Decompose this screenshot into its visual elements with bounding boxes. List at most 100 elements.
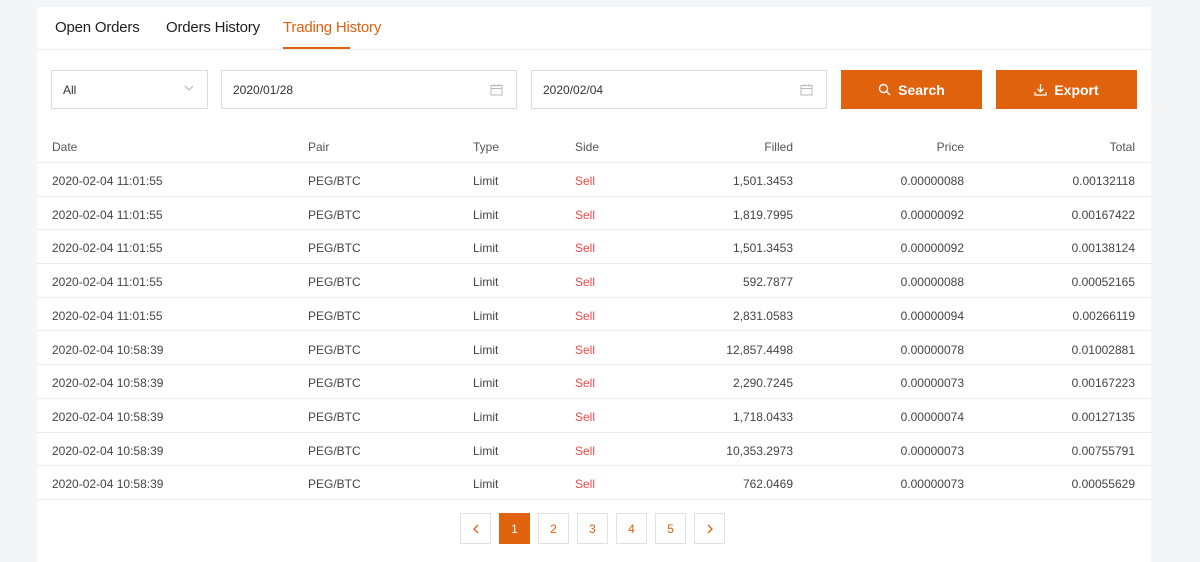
search-icon — [878, 83, 891, 96]
header-total: Total — [1109, 140, 1135, 154]
cell-pair: PEG/BTC — [308, 207, 361, 222]
cell-total: 0.00266119 — [1072, 308, 1135, 323]
cell-price: 0.00000088 — [900, 275, 964, 290]
cell-side: Sell — [575, 342, 596, 357]
cell-date: 2020-02-04 10:58:39 — [52, 409, 164, 424]
cell-type: Limit — [473, 174, 499, 188]
tab-bar: Open Orders Orders History Trading Histo… — [37, 7, 1151, 50]
cell-price: 0.00000073 — [900, 477, 964, 492]
cell-date: 2020-02-04 11:01:55 — [52, 308, 163, 323]
table-row: 2020-02-04 11:01:55 PEG/BTC Limit Sell 2,831… — [37, 298, 1151, 332]
cell-type: Limit — [473, 376, 499, 391]
chevron-left-icon — [472, 524, 478, 533]
page-button[interactable]: 3 — [577, 513, 608, 544]
search-button-label: Search — [898, 81, 945, 98]
cell-filled: 1,501.3453 — [732, 174, 793, 188]
next-page-button[interactable] — [694, 513, 725, 544]
cell-filled: 592.7877 — [742, 275, 793, 290]
cell-pair: PEG/BTC — [308, 443, 361, 458]
cell-filled: 2,290.7245 — [732, 376, 793, 391]
cell-price: 0.00000088 — [900, 174, 964, 188]
header-filled: Filled — [764, 140, 793, 154]
cell-price: 0.00000073 — [900, 443, 964, 458]
page-button[interactable]: 2 — [538, 513, 569, 544]
download-icon — [1034, 84, 1047, 96]
trading-history-panel: Open Orders Orders History Trading Histo… — [37, 7, 1151, 562]
header-type: Type — [473, 140, 500, 154]
cell-price: 0.00000094 — [900, 308, 964, 323]
chevron-right-icon — [707, 524, 713, 533]
cell-filled: 12,857.4498 — [726, 342, 793, 357]
cell-type: Limit — [473, 342, 499, 357]
cell-type: Limit — [473, 275, 499, 290]
table-row: 2020-02-04 11:01:55 PEG/BTC Limit Sell 592.7… — [37, 264, 1151, 298]
cell-type: Limit — [473, 241, 499, 256]
cell-side: Sell — [575, 174, 596, 188]
cell-price: 0.00000092 — [900, 207, 964, 222]
table-row: 2020-02-04 11:01:55 PEG/BTC Limit Sell 1,819… — [37, 197, 1151, 231]
cell-side: Sell — [575, 443, 596, 458]
cell-date: 2020-02-04 11:01:55 — [52, 174, 163, 188]
cell-filled: 1,819.7995 — [732, 207, 793, 222]
page-button[interactable]: 5 — [655, 513, 686, 544]
cell-total: 0.00138124 — [1071, 241, 1135, 256]
cell-pair: PEG/BTC — [308, 477, 361, 492]
cell-type: Limit — [473, 477, 499, 492]
side-filter-select[interactable]: All — [51, 70, 208, 109]
cell-type: Limit — [473, 443, 499, 458]
cell-total: 0.00055629 — [1071, 477, 1135, 492]
start-date-input[interactable]: 2020/01/28 — [221, 70, 517, 109]
cell-type: Limit — [473, 308, 499, 323]
page-button[interactable]: 4 — [616, 513, 647, 544]
cell-pair: PEG/BTC — [308, 275, 361, 290]
prev-page-button[interactable] — [460, 513, 491, 544]
cell-date: 2020-02-04 10:58:39 — [52, 342, 164, 357]
table-row: 2020-02-04 10:58:39 PEG/BTC Limit Sell 10,35… — [37, 433, 1151, 467]
cell-side: Sell — [575, 308, 596, 323]
page-button[interactable]: 1 — [499, 513, 530, 544]
cell-side: Sell — [575, 207, 596, 222]
cell-filled: 2,831.0583 — [732, 308, 793, 323]
cell-pair: PEG/BTC — [308, 308, 361, 323]
tab-orders-history[interactable]: Orders History — [166, 19, 260, 36]
tab-trading-history[interactable]: Trading History — [283, 19, 381, 36]
header-pair: Pair — [308, 140, 330, 154]
cell-side: Sell — [575, 376, 596, 391]
cell-date: 2020-02-04 11:01:55 — [52, 275, 163, 290]
active-tab-indicator — [283, 47, 350, 49]
cell-total: 0.00052165 — [1071, 275, 1135, 290]
cell-total: 0.00132118 — [1072, 174, 1135, 188]
cell-date: 2020-02-04 10:58:39 — [52, 443, 164, 458]
cell-pair: PEG/BTC — [308, 241, 361, 256]
side-filter-value: All — [63, 82, 77, 97]
cell-price: 0.00000073 — [900, 376, 964, 391]
table-row: 2020-02-04 10:58:39 PEG/BTC Limit Sell 1,718… — [37, 399, 1151, 433]
cell-filled: 762.0469 — [742, 477, 793, 492]
cell-total: 0.00127135 — [1071, 409, 1135, 424]
cell-date: 2020-02-04 11:01:55 — [52, 207, 163, 222]
tab-open-orders[interactable]: Open Orders — [55, 19, 140, 36]
export-button[interactable]: Export — [996, 70, 1137, 109]
cell-pair: PEG/BTC — [308, 409, 361, 424]
cell-side: Sell — [575, 477, 596, 492]
cell-total: 0.00167422 — [1071, 207, 1135, 222]
calendar-icon — [490, 84, 503, 96]
table-row: 2020-02-04 10:58:39 PEG/BTC Limit Sell 762.0… — [37, 466, 1151, 500]
cell-filled: 10,353.2973 — [726, 443, 793, 458]
table-header: Date Pair Type Side Filled Price Total — [37, 129, 1151, 163]
cell-side: Sell — [575, 409, 596, 424]
cell-side: Sell — [575, 241, 596, 256]
cell-price: 0.00000092 — [900, 241, 964, 256]
cell-pair: PEG/BTC — [308, 342, 361, 357]
end-date-value: 2020/02/04 — [543, 82, 604, 97]
cell-type: Limit — [473, 207, 499, 222]
header-price: Price — [936, 140, 964, 154]
cell-total: 0.00755791 — [1071, 443, 1135, 458]
search-button[interactable]: Search — [841, 70, 982, 109]
header-date: Date — [52, 140, 78, 154]
table-row: 2020-02-04 10:58:39 PEG/BTC Limit Sell 12,85… — [37, 332, 1151, 366]
table-row: 2020-02-04 11:01:55 PEG/BTC Limit Sell 1,501… — [37, 230, 1151, 265]
cell-type: Limit — [473, 409, 499, 424]
cell-side: Sell — [575, 275, 596, 290]
end-date-input[interactable]: 2020/02/04 — [531, 70, 827, 109]
